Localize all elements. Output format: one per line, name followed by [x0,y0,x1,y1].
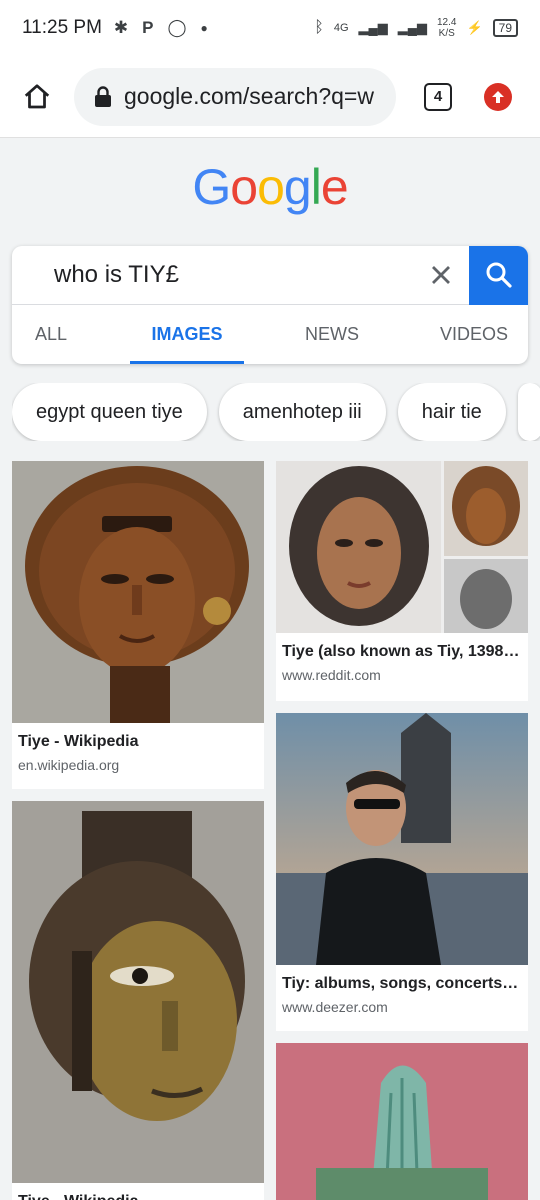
google-logo[interactable]: Google [0,158,540,216]
chip-hair-tie[interactable]: hair tie [397,383,506,441]
home-icon [24,83,50,108]
chip-more[interactable] [517,383,540,441]
result-source: en.wikipedia.org [18,757,120,773]
image-result[interactable]: Tiye - Wikipedia [12,801,264,1200]
result-thumbnail [12,801,264,1183]
result-thumbnail [276,461,528,633]
result-thumbnail [276,713,528,965]
parking-app-icon: P [142,18,154,37]
lock-icon [95,85,111,107]
system-icons: ᛒ 4G ▂▄▆ ▂▄▆ 12.4 K/S ⚡ 79 [314,17,518,39]
tab-videos[interactable]: VIDEOS [434,305,514,364]
close-icon [432,266,450,284]
notification-icons: ✱ P ◯ ● [114,18,208,38]
image-result[interactable]: Tiye - Wikipedia en.wikipedia.org [12,461,264,789]
result-title: Tiy: albums, songs, concerts |… [282,975,528,992]
chat-bubble-icon: ◯ [167,18,187,37]
dot-icon: ● [200,21,208,35]
logo-letter: e [320,159,349,215]
image-result[interactable]: Tiye (also known as Tiy, 1398… www.reddi… [276,461,528,701]
search-input[interactable] [12,246,413,304]
related-searches: egypt queen tiye amenhotep iii hair tie [12,383,540,441]
signal-icon: ▂▄▆ [358,20,388,35]
logo-letter: o [257,159,285,215]
browser-toolbar: google.com/search?q=w 4 [0,56,540,138]
logo-letter: l [310,159,322,215]
network-type: 4G [333,22,349,34]
settings-icon: ✱ [113,18,129,37]
tab-switcher-button[interactable]: 4 [424,82,452,111]
tab-news[interactable]: NEWS [292,305,372,364]
chip-amenhotep-iii[interactable]: amenhotep iii [218,383,386,441]
battery-level: 79 [492,19,518,37]
clear-button[interactable] [413,246,469,304]
result-title: Tiye - Wikipedia [12,1183,264,1200]
image-result[interactable]: Tiy: albums, songs, concerts |… www.deez… [276,713,528,1031]
logo-letter: G [192,159,231,215]
chip-egypt-queen-tiye[interactable]: egypt queen tiye [12,383,207,441]
result-source: www.deezer.com [282,999,388,1015]
result-thumbnail [276,1043,528,1200]
update-button[interactable] [484,82,512,111]
result-title: Tiye - Wikipedia [18,733,139,750]
charging-icon: ⚡ [466,20,483,35]
result-source: www.reddit.com [282,667,381,683]
logo-letter: o [230,159,258,215]
speed-value: 12.4 [436,17,457,28]
speed-indicator: 12.4 K/S [437,17,456,39]
signal-icon-2: ▂▄▆ [397,20,427,35]
url-text: google.com/search?q=w [124,83,374,109]
arrow-up-icon [492,90,504,103]
search-button[interactable] [469,246,528,305]
logo-letter: g [283,159,312,215]
address-bar[interactable]: google.com/search?q=w [74,67,396,126]
speed-unit: K/S [438,28,455,39]
search-tabs: ALL IMAGES NEWS VIDEOS [12,305,528,364]
tab-all[interactable]: ALL [26,305,76,364]
result-title: Tiye (also known as Tiy, 1398… [282,643,520,660]
home-button[interactable] [18,78,56,116]
bluetooth-icon: ᛒ [314,19,324,36]
search-icon [486,262,512,288]
status-time: 11:25 PM [22,17,102,38]
image-result[interactable] [276,1043,528,1200]
search-card: ALL IMAGES NEWS VIDEOS [12,246,528,364]
result-thumbnail [12,461,264,723]
status-bar: 11:25 PM ✱ P ◯ ● ᛒ 4G ▂▄▆ ▂▄▆ 12.4 K/S ⚡… [0,0,540,56]
search-row [12,246,528,305]
tab-images[interactable]: IMAGES [130,305,244,364]
